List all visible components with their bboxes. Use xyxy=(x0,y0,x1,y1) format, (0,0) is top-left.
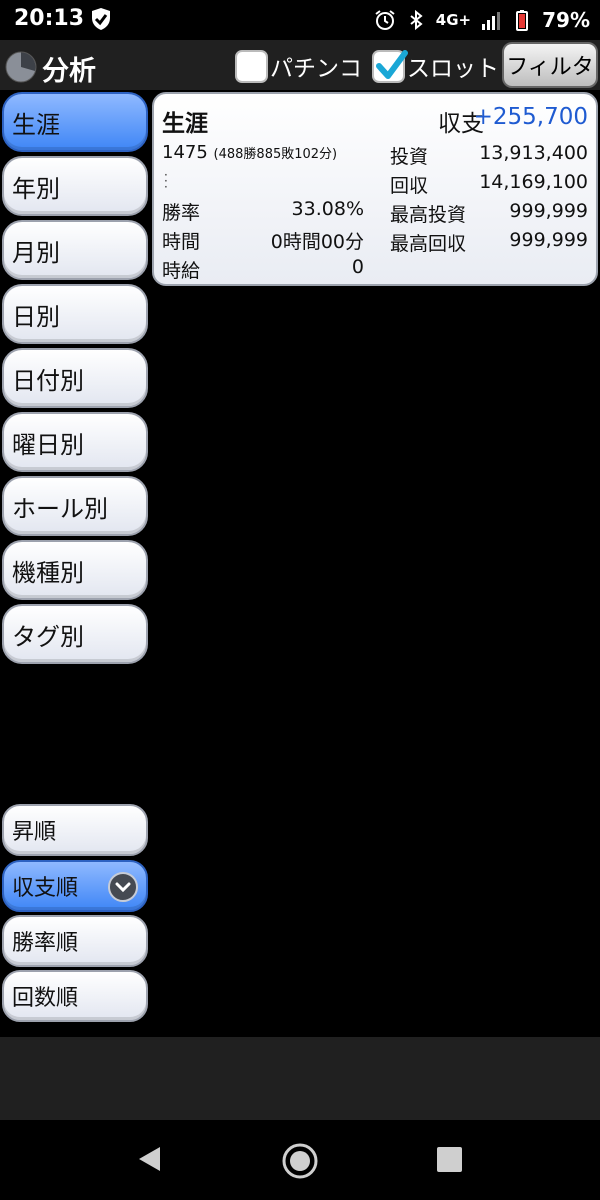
back-icon[interactable] xyxy=(136,1144,162,1174)
sidebar-item-daily[interactable]: 日別 xyxy=(2,284,148,344)
win-rate-value: 33.08% xyxy=(291,198,364,220)
signal-icon xyxy=(482,12,501,30)
sidebar-item-machine[interactable]: 機種別 xyxy=(2,540,148,600)
max-invest-value: 999,999 xyxy=(509,200,588,222)
home-icon[interactable] xyxy=(281,1142,319,1180)
games-count: 1475 xyxy=(162,142,208,163)
games-summary: 1475 (488勝885敗102分) xyxy=(162,142,337,163)
pachinko-checkbox[interactable]: パチンコ xyxy=(235,48,362,84)
sidebar: 生涯 年別 月別 日別 日付別 曜日別 ホール別 機種別 タグ別 昇順 収支順 … xyxy=(0,90,150,1037)
status-bar: 20:13 4G+ 79% xyxy=(0,0,600,40)
divider-dots: · · · xyxy=(164,168,168,194)
time-label: 時間 xyxy=(162,231,201,253)
return-label: 回収 xyxy=(390,175,429,197)
sort-balance-label: 収支順 xyxy=(12,876,79,901)
win-rate-label: 勝率 xyxy=(162,202,201,224)
main-panel: 生涯 収支 +255,700 1475 (488勝885敗102分) · · · 勝… xyxy=(150,90,600,1037)
bottom-bar xyxy=(0,1037,600,1120)
checkbox-box[interactable] xyxy=(235,49,268,83)
max-invest-label: 最高投資 xyxy=(390,204,467,226)
slot-checkbox[interactable]: スロット xyxy=(372,48,499,84)
sort-ascending-button[interactable]: 昇順 xyxy=(2,804,148,856)
shield-check-icon xyxy=(92,8,110,30)
return-value: 14,169,100 xyxy=(479,171,588,193)
slot-label: スロット xyxy=(407,56,499,82)
sort-count-button[interactable]: 回数順 xyxy=(2,970,148,1022)
balance-value: +255,700 xyxy=(473,104,588,130)
sidebar-item-hall[interactable]: ホール別 xyxy=(2,476,148,536)
recents-icon[interactable] xyxy=(437,1147,462,1172)
pie-chart-icon xyxy=(5,51,37,83)
status-icons: 4G+ 79% xyxy=(374,6,590,34)
network-type: 4G+ xyxy=(435,11,472,29)
bluetooth-icon xyxy=(410,9,423,31)
max-return-value: 999,999 xyxy=(509,229,588,251)
alarm-icon xyxy=(375,10,395,30)
summary-card[interactable]: 生涯 収支 +255,700 1475 (488勝885敗102分) · · · 勝… xyxy=(152,92,598,286)
sidebar-item-weekday[interactable]: 曜日別 xyxy=(2,412,148,472)
sidebar-item-monthly[interactable]: 月別 xyxy=(2,220,148,280)
status-time: 20:13 xyxy=(14,6,85,31)
check-icon xyxy=(376,49,408,79)
battery-icon xyxy=(516,10,529,31)
page-title: 分析 xyxy=(42,56,96,87)
filter-button[interactable]: フィルタ xyxy=(502,42,598,88)
system-navigation-bar xyxy=(0,1120,600,1200)
pachinko-label: パチンコ xyxy=(270,56,362,82)
sidebar-item-by-date[interactable]: 日付別 xyxy=(2,348,148,408)
card-title: 生涯 xyxy=(162,111,208,137)
invest-label: 投資 xyxy=(390,146,429,168)
sort-balance-button[interactable]: 収支順 xyxy=(2,860,148,912)
sort-winrate-button[interactable]: 勝率順 xyxy=(2,915,148,967)
max-return-label: 最高回収 xyxy=(390,233,467,255)
battery-percent: 79% xyxy=(542,8,590,32)
time-value: 0時間00分 xyxy=(270,231,364,253)
chevron-down-icon[interactable] xyxy=(108,872,138,902)
invest-value: 13,913,400 xyxy=(479,142,588,164)
sidebar-item-lifetime[interactable]: 生涯 xyxy=(2,92,148,152)
checkbox-box[interactable] xyxy=(372,49,408,83)
sidebar-item-yearly[interactable]: 年別 xyxy=(2,156,148,216)
sidebar-item-tag[interactable]: タグ別 xyxy=(2,604,148,664)
hourly-value: 0 xyxy=(351,256,364,278)
hourly-label: 時給 xyxy=(162,260,201,282)
games-detail: (488勝885敗102分) xyxy=(213,147,338,162)
